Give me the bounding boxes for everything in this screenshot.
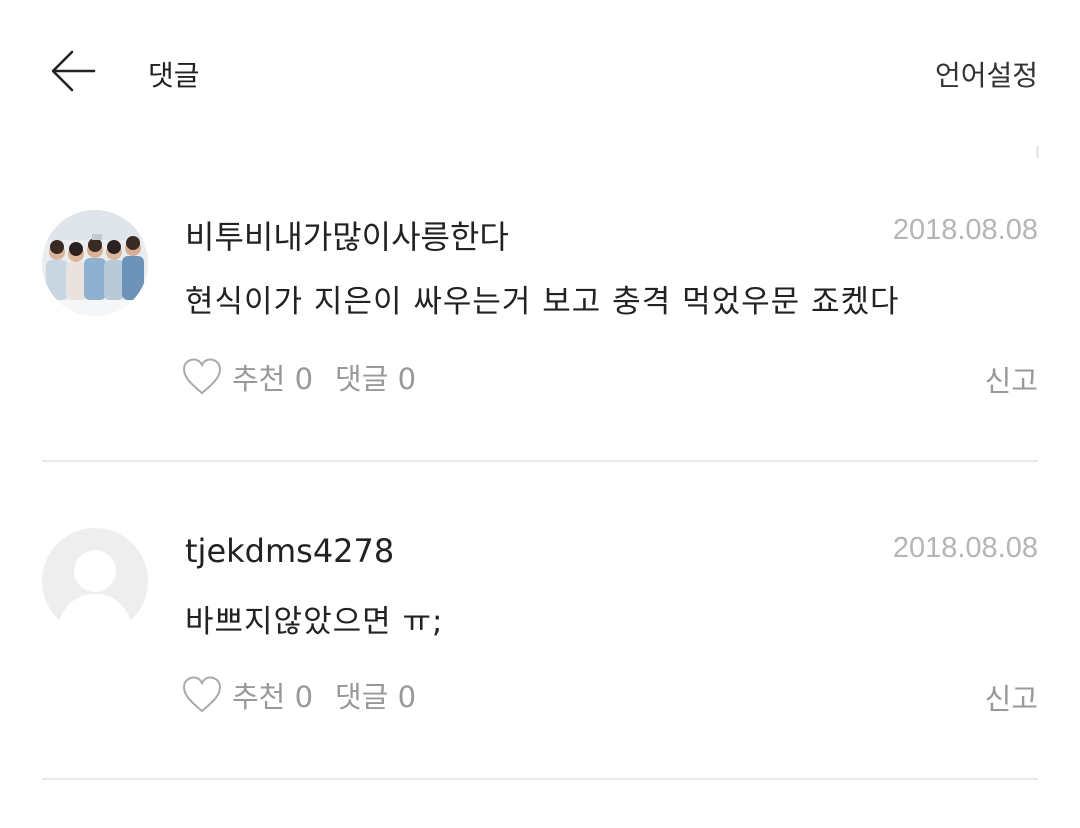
reply-button[interactable]: 댓글 0 [335,674,416,716]
page-title: 댓글 [148,59,200,92]
language-settings-button[interactable]: 언어설정 [935,54,1038,94]
header: 댓글 언어설정 [0,0,1080,140]
comment-username[interactable]: tjekdms4278 [185,532,394,570]
report-button[interactable]: 신고 [985,676,1038,718]
comment-actions: 추천 0 댓글 0 [182,355,416,399]
like-button[interactable]: 추천 0 [182,356,313,398]
comment-item: tjekdms4278 2018.08.08 바쁘지않았으면 ㅠ; 추천 0 댓… [42,528,1038,828]
like-count: 추천 0 [232,362,314,396]
avatar[interactable] [42,528,148,634]
divider [42,460,1038,462]
comment-item: 비투비내가많이사릉한다 2018.08.08 현식이가 지은이 싸우는거 보고 … [42,210,1038,510]
comment-username[interactable]: 비투비내가많이사릉한다 [185,212,509,258]
reply-button[interactable]: 댓글 0 [335,356,416,398]
comment-text: 바쁘지않았으면 ㅠ; [185,604,444,640]
comment-actions: 추천 0 댓글 0 [182,673,416,717]
like-button[interactable]: 추천 0 [182,674,313,716]
comment-date: 2018.08.08 [892,532,1038,564]
comment-text: 현식이가 지은이 싸우는거 보고 충격 먹었우문 죠켔다 [185,284,900,320]
default-user-avatar-icon [42,528,148,634]
divider [42,778,1038,780]
scroll-indicator [1036,146,1039,158]
comment-date: 2018.08.08 [892,214,1038,246]
report-button[interactable]: 신고 [985,358,1038,400]
avatar[interactable] [42,210,148,316]
heart-icon [182,676,222,713]
back-button[interactable] [48,48,98,94]
heart-icon [182,358,222,395]
group-photo-avatar-icon [42,210,148,316]
arrow-left-icon [51,50,96,92]
like-count: 추천 0 [232,680,314,714]
